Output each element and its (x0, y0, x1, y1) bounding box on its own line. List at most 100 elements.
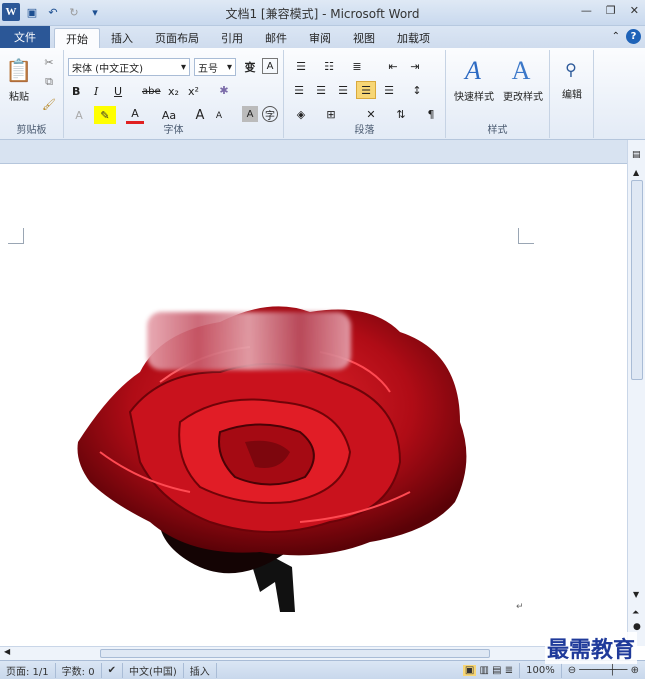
align-right-icon[interactable]: ☰ (334, 82, 352, 98)
font-size-select[interactable]: 五号 ▾ (194, 58, 236, 76)
italic-button[interactable]: I (94, 82, 98, 100)
line-spacing-icon[interactable]: ↕ (406, 82, 428, 98)
align-left-icon[interactable]: ☰ (290, 82, 308, 98)
styles-label: 样式 (487, 125, 508, 136)
tab-addins[interactable]: 加载项 (386, 28, 441, 48)
watermark-text: 最需教育 (546, 637, 635, 663)
borders-icon[interactable]: ⊞ (320, 106, 342, 122)
strikethrough-button[interactable]: abe (142, 82, 161, 100)
page-count[interactable]: 页面: 1/1 (0, 662, 56, 678)
browse-object-icon[interactable]: ● (633, 622, 641, 632)
prev-page-icon[interactable]: ⏶ (632, 608, 639, 618)
tab-mailings[interactable]: 邮件 (254, 28, 298, 48)
align-center-icon[interactable]: ☰ (312, 82, 330, 98)
window-controls: — ❐ ✕ (581, 4, 639, 17)
insert-mode[interactable]: 插入 (184, 662, 217, 678)
minimize-icon[interactable]: — (581, 4, 592, 17)
tab-page-layout[interactable]: 页面布局 (144, 28, 210, 48)
language-indicator[interactable]: 中文(中国) (123, 662, 184, 678)
underline-button[interactable]: U (114, 82, 122, 100)
phonetic-guide-icon[interactable]: 变 (242, 58, 258, 76)
scroll-left-icon[interactable]: ◀ (4, 647, 10, 656)
show-marks-icon[interactable]: ¶ (422, 106, 440, 122)
tab-home[interactable]: 开始 (54, 28, 100, 48)
watermark-logo: 最需教育 (544, 632, 637, 664)
decrease-indent-icon[interactable]: ⇤ (384, 58, 402, 74)
tab-file[interactable]: 文件 (0, 26, 50, 48)
editing-button[interactable]: 编辑 (550, 86, 594, 101)
chinese-layout-icon[interactable]: ✕ (360, 106, 382, 122)
char-border-icon[interactable]: A (262, 58, 278, 74)
horizontal-scroll-thumb[interactable] (100, 649, 490, 658)
text-effects-icon[interactable]: ✱ (214, 80, 234, 100)
vertical-scroll-thumb[interactable] (631, 180, 643, 380)
format-painter-icon[interactable]: 🖌 (40, 96, 58, 112)
ruler-toggle-icon[interactable]: ▤ (632, 150, 641, 160)
subscript-button[interactable]: x₂ (168, 82, 179, 100)
web-layout-icon[interactable]: ▤ (492, 665, 501, 676)
numbering-icon[interactable]: ☷ (318, 58, 340, 74)
distributed-icon[interactable]: ☰ (380, 82, 398, 98)
print-layout-icon[interactable]: ▣ (462, 664, 477, 676)
view-buttons: ▣ ▥ ▤ ≣ (457, 662, 521, 678)
scroll-up-icon[interactable]: ▲ (633, 168, 639, 177)
copy-icon[interactable]: ⧉ (40, 74, 58, 90)
font-label: 字体 (163, 125, 184, 136)
scroll-down-icon[interactable]: ▼ (633, 590, 639, 599)
bullets-icon[interactable]: ☰ (290, 58, 312, 74)
editing-group: ⚲ 编辑 (550, 50, 594, 138)
margin-corner-top-left (8, 228, 24, 244)
multilevel-list-icon[interactable]: ≣ (346, 58, 368, 74)
clipboard-label: 剪贴板 (16, 125, 47, 136)
font-group: 宋体 (中文正文) ▾ 五号 ▾ 变 A B I U abe x₂ x² ✱ A ✎… (64, 50, 284, 138)
ribbon: 📋 粘贴 ✂ ⧉ 🖌 剪贴板 宋体 (中文正文) ▾ 五号 ▾ 变 A B I U … (0, 48, 645, 140)
styles-group: A 快速样式 A 更改样式 样式 (446, 50, 550, 138)
bold-button[interactable]: B (72, 82, 80, 100)
zoom-slider[interactable]: ⊖ ─────┼── ⊕ (562, 665, 645, 676)
restore-icon[interactable]: ❐ (606, 4, 616, 17)
reading-layout-icon[interactable]: ▥ (479, 665, 488, 676)
margin-corner-top-right (518, 228, 534, 244)
document-page[interactable]: ↵ (0, 164, 627, 646)
superscript-button[interactable]: x² (188, 82, 199, 100)
word-count[interactable]: 字数: 0 (56, 662, 102, 678)
tab-review[interactable]: 审阅 (298, 28, 342, 48)
blurred-region (147, 312, 351, 370)
sort-icon[interactable]: ⇅ (392, 106, 410, 122)
change-styles-button[interactable]: 更改样式 (496, 88, 550, 103)
chevron-down-icon: ▾ (180, 61, 186, 73)
tab-insert[interactable]: 插入 (100, 28, 144, 48)
paragraph-mark-icon: ↵ (516, 602, 524, 612)
font-name-select[interactable]: 宋体 (中文正文) ▾ (68, 58, 190, 76)
quick-styles-button[interactable]: 快速样式 (446, 88, 502, 103)
char-shading-icon[interactable]: A (242, 106, 258, 122)
shading-icon[interactable]: ◈ (290, 106, 312, 122)
justify-icon[interactable]: ☰ (356, 81, 376, 99)
ruler-bar (0, 140, 645, 164)
vertical-scrollbar[interactable]: ▤ ▲ ▼ ⏶ ● (627, 140, 645, 646)
increase-indent-icon[interactable]: ⇥ (406, 58, 424, 74)
cut-icon[interactable]: ✂ (40, 54, 58, 70)
outline-icon[interactable]: ≣ (505, 665, 513, 676)
paragraph-group: ☰ ☷ ≣ ⇤ ⇥ ☰ ☰ ☰ ☰ ☰ ↕ ◈ ⊞ ✕ ⇅ ¶ 段落 (284, 50, 446, 138)
collapse-ribbon-icon[interactable]: ⌃ (612, 31, 620, 42)
help-icon[interactable]: ? (626, 29, 641, 44)
close-icon[interactable]: ✕ (630, 4, 639, 17)
font-name-value: 宋体 (中文正文) (72, 63, 143, 75)
tab-view[interactable]: 视图 (342, 28, 386, 48)
change-styles-icon[interactable]: A (504, 54, 538, 88)
tab-references[interactable]: 引用 (210, 28, 254, 48)
window-title: 文档1 [兼容模式] - Microsoft Word (225, 7, 420, 21)
horizontal-scrollbar[interactable]: ◀ ▶ (0, 646, 627, 660)
title-bar: W ▣ ↶ ↻ ▾ 文档1 [兼容模式] - Microsoft Word — … (0, 0, 645, 26)
paste-button[interactable]: 粘贴 (4, 88, 34, 103)
tab-right-controls: ⌃ ? (612, 29, 641, 44)
quick-styles-icon[interactable]: A (456, 54, 490, 88)
zoom-level[interactable]: 100% (520, 662, 562, 678)
chevron-down-icon: ▾ (226, 61, 232, 73)
enclose-char-icon[interactable]: 字 (262, 106, 278, 122)
font-size-value: 五号 (198, 63, 218, 75)
proofing-icon[interactable]: ✔ (102, 662, 123, 678)
binoculars-icon[interactable]: ⚲ (558, 56, 584, 82)
paste-icon[interactable]: 📋 (4, 54, 34, 88)
